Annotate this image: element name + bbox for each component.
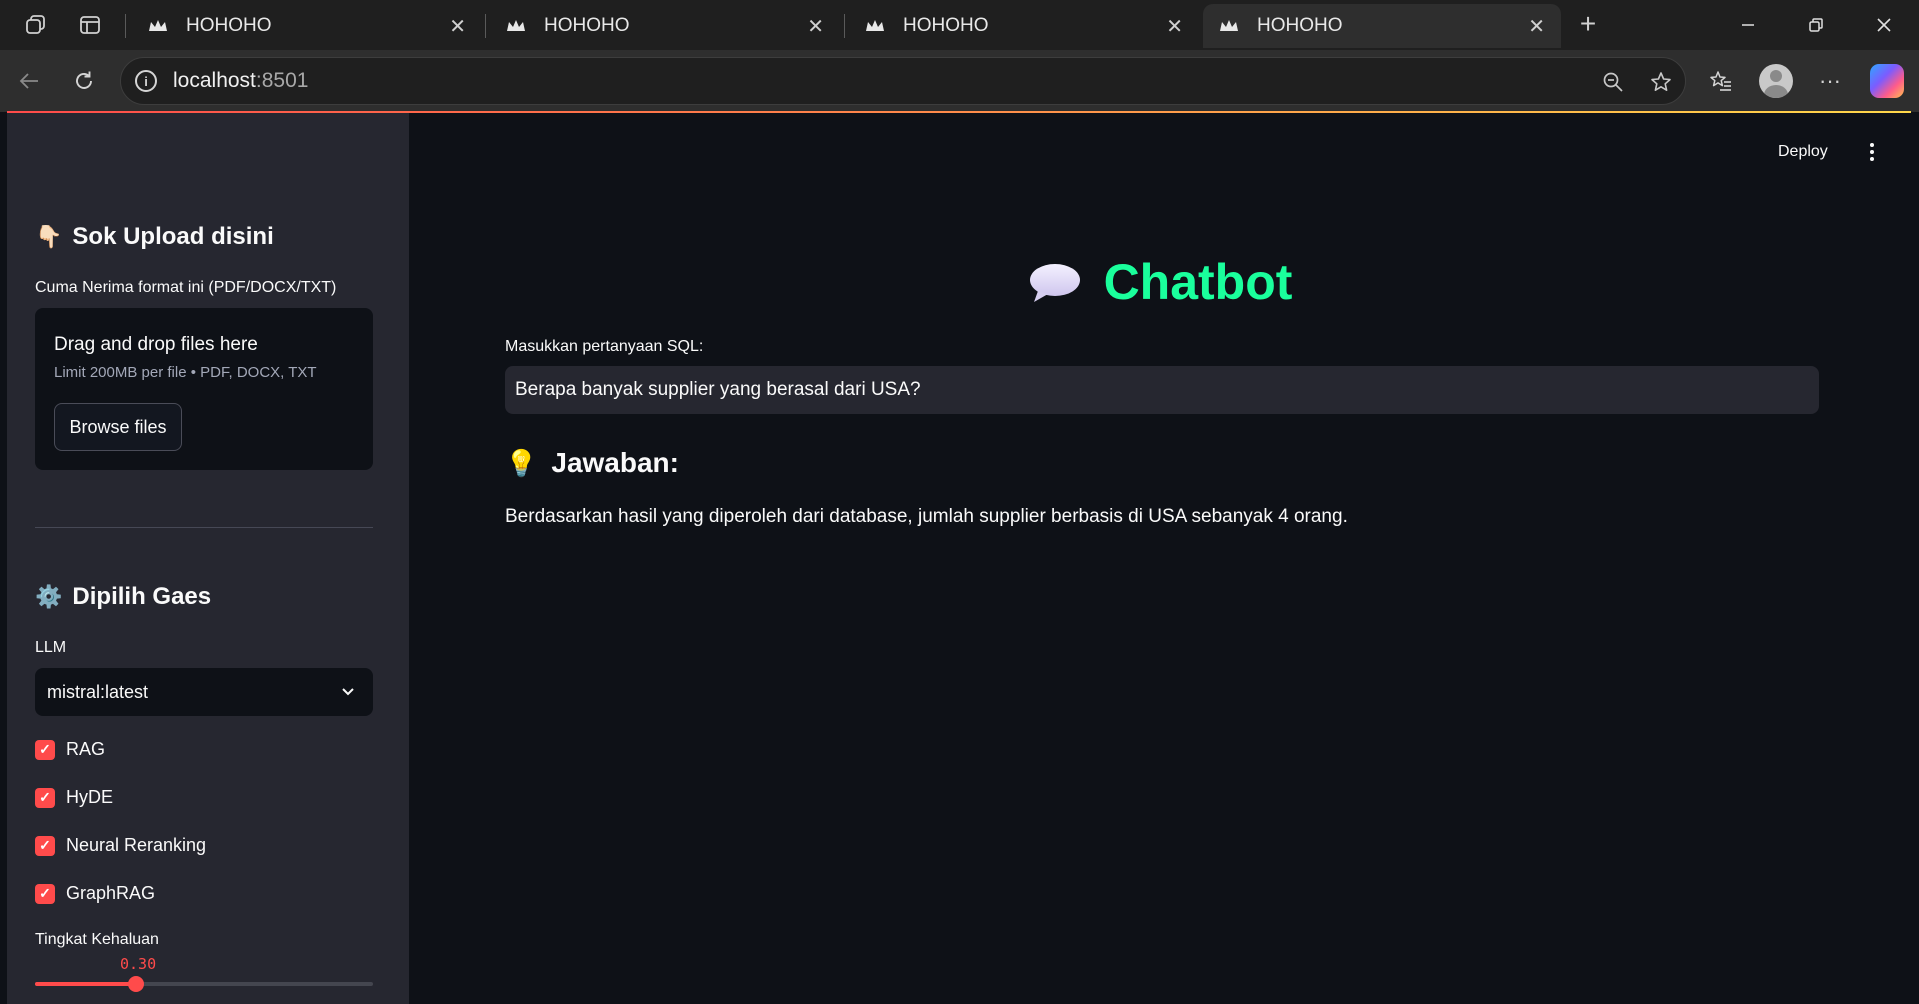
deploy-button[interactable]: Deploy <box>1778 143 1828 161</box>
close-tab-icon[interactable]: ✕ <box>1166 14 1183 39</box>
copilot-icon[interactable] <box>1870 64 1904 98</box>
dropzone-title: Drag and drop files here <box>54 334 258 355</box>
url-port: :8501 <box>255 69 309 92</box>
tab-title: HOHOHO <box>186 15 272 36</box>
page-title: Chatbot <box>409 253 1911 311</box>
streamlit-favicon-icon <box>507 20 525 31</box>
question-label: Masukkan pertanyaan SQL: <box>505 338 704 355</box>
more-options-icon[interactable]: ··· <box>1813 64 1847 98</box>
llm-select[interactable]: mistral:latest <box>35 668 373 716</box>
answer-text: Berdasarkan hasil yang diperoleh dari da… <box>505 506 1348 527</box>
checkbox-hyde[interactable]: ✓ HyDE <box>35 787 113 808</box>
slider-thumb[interactable] <box>128 976 144 992</box>
browser-tab-bar: HOHOHO ✕ HOHOHO ✕ HOHOHO ✕ HOHOHO ✕ + <box>0 0 1919 50</box>
streamlit-favicon-icon <box>1220 20 1238 31</box>
slider-fill <box>35 982 136 986</box>
vertical-tabs-icon[interactable] <box>76 11 104 39</box>
sidebar-divider <box>35 527 373 528</box>
speech-bubble-icon <box>1029 264 1080 302</box>
checkbox-label: Neural Reranking <box>66 835 207 855</box>
title-text: Chatbot <box>1103 254 1293 310</box>
close-tab-icon[interactable]: ✕ <box>1528 14 1545 39</box>
checkbox-checked-icon[interactable]: ✓ <box>35 883 55 904</box>
tab-title: HOHOHO <box>1257 15 1343 36</box>
streamlit-favicon-icon <box>866 20 884 31</box>
browser-tab[interactable]: HOHOHO ✕ <box>849 4 1199 48</box>
checkbox-checked-icon[interactable]: ✓ <box>35 739 55 760</box>
upload-label: Cuma Nerima format ini (PDF/DOCX/TXT) <box>35 279 337 296</box>
checkbox-neural-reranking[interactable]: ✓ Neural Reranking <box>35 835 206 856</box>
browser-tab-active[interactable]: HOHOHO ✕ <box>1203 4 1561 48</box>
favorite-star-icon[interactable] <box>1647 68 1675 96</box>
settings-header-text: Dipilih Gaes <box>72 583 212 610</box>
checkbox-label: RAG <box>66 739 106 759</box>
llm-selected-value: mistral:latest <box>47 681 149 702</box>
streamlit-app: 👇🏻 Sok Upload disini Cuma Nerima format … <box>7 113 1911 1004</box>
workspaces-icon[interactable] <box>22 11 50 39</box>
address-bar[interactable]: i localhost:8501 <box>120 57 1686 105</box>
close-tab-icon[interactable]: ✕ <box>807 14 824 39</box>
url-text: localhost:8501 <box>173 69 308 93</box>
site-info-icon[interactable]: i <box>135 70 157 92</box>
upload-header-text: Sok Upload disini <box>72 223 274 250</box>
checkbox-label: HyDE <box>66 787 114 807</box>
checkbox-checked-icon[interactable]: ✓ <box>35 835 55 856</box>
checkbox-graphrag[interactable]: ✓ GraphRAG <box>35 883 155 904</box>
close-tab-icon[interactable]: ✕ <box>449 14 466 39</box>
tab-separator <box>844 14 845 38</box>
checkbox-checked-icon[interactable]: ✓ <box>35 787 55 808</box>
question-input[interactable] <box>505 366 1819 414</box>
streamlit-favicon-icon <box>149 20 167 31</box>
settings-header: ⚙️ Dipilih Gaes <box>35 583 211 611</box>
slider-value: 0.30 <box>120 955 157 973</box>
llm-label: LLM <box>35 639 67 656</box>
pointing-down-icon: 👇🏻 <box>35 224 63 249</box>
refresh-icon[interactable] <box>67 64 101 98</box>
temperature-slider[interactable] <box>35 976 373 992</box>
minimize-icon[interactable] <box>1714 0 1782 50</box>
back-icon[interactable] <box>12 64 46 98</box>
light-bulb-icon: 💡 <box>505 447 538 478</box>
profile-avatar[interactable] <box>1759 64 1793 98</box>
tab-separator <box>125 14 126 38</box>
checkbox-rag[interactable]: ✓ RAG <box>35 739 105 760</box>
restore-icon[interactable] <box>1782 0 1850 50</box>
favorites-list-icon[interactable] <box>1704 64 1738 98</box>
main-content: Deploy Chatbot Masukkan pertanyaan SQL: … <box>409 113 1911 1004</box>
gear-icon: ⚙️ <box>35 584 63 609</box>
dropzone-limit: Limit 200MB per file • PDF, DOCX, TXT <box>54 364 317 381</box>
browser-tab[interactable]: HOHOHO ✕ <box>132 4 482 48</box>
browse-files-button[interactable]: Browse files <box>54 403 182 451</box>
chevron-down-icon <box>337 680 359 702</box>
upload-header: 👇🏻 Sok Upload disini <box>35 223 274 251</box>
main-menu-icon[interactable] <box>1862 139 1882 165</box>
answer-header: 💡 Jawaban: <box>505 447 679 479</box>
sidebar: 👇🏻 Sok Upload disini Cuma Nerima format … <box>7 113 409 1004</box>
answer-header-text: Jawaban: <box>551 447 679 478</box>
tab-title: HOHOHO <box>544 15 630 36</box>
tab-separator <box>485 14 486 38</box>
file-dropzone[interactable]: Drag and drop files here Limit 200MB per… <box>35 308 373 470</box>
window-close-icon[interactable] <box>1850 0 1918 50</box>
tab-title: HOHOHO <box>903 15 989 36</box>
new-tab-icon[interactable]: + <box>1574 8 1602 39</box>
browser-toolbar: i localhost:8501 ··· <box>0 50 1919 112</box>
slider-label: Tingkat Kehaluan <box>35 931 159 948</box>
browser-tab[interactable]: HOHOHO ✕ <box>490 4 840 48</box>
zoom-out-icon[interactable] <box>1599 68 1627 96</box>
checkbox-label: GraphRAG <box>66 883 156 903</box>
url-host: localhost <box>173 69 256 92</box>
